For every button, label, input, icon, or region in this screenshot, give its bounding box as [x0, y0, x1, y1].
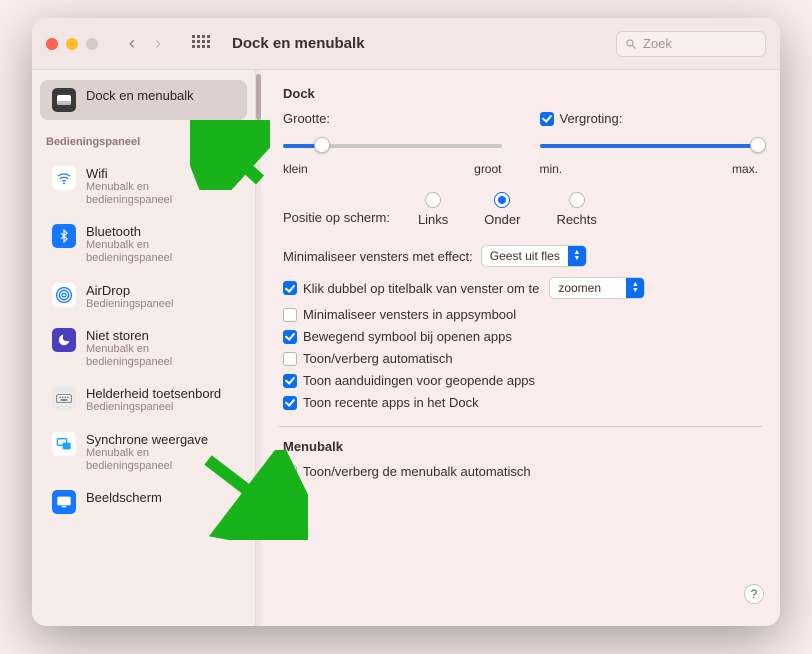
minimize-effect-label: Minimaliseer vensters met effect:: [283, 249, 473, 264]
minimize-window-button[interactable]: [66, 38, 78, 50]
zoom-window-button[interactable]: [86, 38, 98, 50]
dblclick-label: Klik dubbel op titelbalk van venster om …: [303, 281, 539, 296]
sidebar-item-sublabel: Menubalk en bedieningspaneel: [86, 239, 235, 264]
sidebar-item-airdrop[interactable]: AirDropBedieningspaneel: [40, 275, 247, 319]
sidebar-item-sublabel: Menubalk en bedieningspaneel: [86, 447, 235, 472]
nav-forward-button[interactable]: ›: [146, 32, 170, 56]
nav-back-button[interactable]: ‹: [120, 32, 144, 56]
mirror-icon: [52, 432, 76, 456]
sidebar-item-label: Dock en menubalk: [86, 88, 194, 103]
window-toolbar: ‹ › Dock en menubalk Zoek: [32, 18, 780, 70]
dock-icon: [52, 88, 76, 112]
kbd-icon: [52, 386, 76, 410]
wifi-icon: [52, 166, 76, 190]
dblclick-action-value: zoomen: [558, 281, 601, 295]
window-title: Dock en menubalk: [232, 35, 365, 52]
search-icon: [625, 38, 637, 50]
sidebar-item-label: Niet storen: [86, 328, 235, 343]
size-max-label: groot: [474, 162, 501, 176]
section-divider: [279, 426, 762, 427]
position-radio-rechts[interactable]: Rechts: [556, 192, 596, 227]
radio-dot: [494, 192, 510, 208]
sidebar-item-sublabel: Bedieningspaneel: [86, 298, 173, 311]
sidebar-item-label: Wifi: [86, 166, 235, 181]
sidebar: Dock en menubalk Bedieningspaneel WifiMe…: [32, 70, 256, 626]
dblclick-action-select[interactable]: zoomen ▲▼: [549, 277, 645, 299]
display-icon: [52, 490, 76, 514]
sidebar-item-helderheid-toetsenbord[interactable]: Helderheid toetsenbordBedieningspaneel: [40, 378, 247, 422]
minimize-effect-select[interactable]: Geest uit fles ▲▼: [481, 245, 587, 267]
dock-option-checkbox-4[interactable]: [283, 396, 297, 410]
sidebar-item-dock-menubar[interactable]: Dock en menubalk: [40, 80, 247, 120]
position-radio-links[interactable]: Links: [418, 192, 448, 227]
sidebar-item-sublabel: Bedieningspaneel: [86, 401, 221, 414]
position-radio-label: Rechts: [556, 212, 596, 227]
dock-option-label: Toon recente apps in het Dock: [303, 395, 479, 410]
size-min-label: klein: [283, 162, 308, 176]
sidebar-item-niet-storen[interactable]: Niet storenMenubalk en bedieningspaneel: [40, 320, 247, 376]
sidebar-item-label: Helderheid toetsenbord: [86, 386, 221, 401]
sidebar-item-wifi[interactable]: WifiMenubalk en bedieningspaneel: [40, 158, 247, 214]
bt-icon: [52, 224, 76, 248]
dock-option-checkbox-0[interactable]: [283, 308, 297, 322]
dblclick-checkbox[interactable]: [283, 281, 297, 295]
menubar-autohide-label: Toon/verberg de menubalk automatisch: [303, 464, 531, 479]
position-radio-onder[interactable]: Onder: [484, 192, 520, 227]
sidebar-item-label: Bluetooth: [86, 224, 235, 239]
sidebar-section-header: Bedieningspaneel: [32, 126, 255, 152]
sidebar-item-label: Synchrone weergave: [86, 432, 235, 447]
dock-option-label: Bewegend symbool bij openen apps: [303, 329, 512, 344]
main-pane: Dock Grootte: klein groot: [261, 70, 780, 626]
mag-max-label: max.: [732, 162, 758, 176]
sidebar-item-beeldscherm[interactable]: Beeldscherm: [40, 482, 247, 522]
radio-dot: [425, 192, 441, 208]
sidebar-item-bluetooth[interactable]: BluetoothMenubalk en bedieningspaneel: [40, 216, 247, 272]
sidebar-item-label: Beeldscherm: [86, 490, 162, 505]
search-placeholder: Zoek: [643, 36, 672, 51]
magnification-slider[interactable]: [540, 136, 759, 156]
sidebar-item-sublabel: Menubalk en bedieningspaneel: [86, 343, 235, 368]
minimize-effect-value: Geest uit fles: [490, 249, 560, 263]
sidebar-item-sublabel: Menubalk en bedieningspaneel: [86, 181, 235, 206]
dock-option-label: Toon/verberg automatisch: [303, 351, 453, 366]
close-window-button[interactable]: [46, 38, 58, 50]
select-stepper-icon: ▲▼: [626, 278, 644, 298]
magnification-checkbox[interactable]: [540, 112, 554, 126]
sidebar-item-synchrone-weergave[interactable]: Synchrone weergaveMenubalk en bedienings…: [40, 424, 247, 480]
magnification-label: Vergroting:: [560, 111, 623, 126]
dnd-icon: [52, 328, 76, 352]
radio-dot: [569, 192, 585, 208]
dock-option-checkbox-1[interactable]: [283, 330, 297, 344]
size-label: Grootte:: [283, 111, 502, 126]
position-radio-label: Onder: [484, 212, 520, 227]
size-slider[interactable]: [283, 136, 502, 156]
help-button[interactable]: ?: [744, 584, 764, 604]
dock-option-checkbox-2[interactable]: [283, 352, 297, 366]
show-all-prefs-button[interactable]: [192, 35, 210, 53]
sidebar-item-label: AirDrop: [86, 283, 173, 298]
menubar-autohide-checkbox[interactable]: [283, 465, 297, 479]
position-label: Positie op scherm:: [283, 192, 390, 225]
dock-option-label: Toon aanduidingen voor geopende apps: [303, 373, 535, 388]
select-stepper-icon: ▲▼: [568, 246, 586, 266]
position-radio-label: Links: [418, 212, 448, 227]
airdrop-icon: [52, 283, 76, 307]
menubar-section-title: Menubalk: [283, 439, 758, 454]
prefs-window: ‹ › Dock en menubalk Zoek: [32, 18, 780, 626]
mag-min-label: min.: [540, 162, 563, 176]
window-controls: [46, 38, 98, 50]
search-field[interactable]: Zoek: [616, 31, 766, 57]
dock-option-label: Minimaliseer vensters in appsymbool: [303, 307, 516, 322]
dock-section-title: Dock: [283, 86, 758, 101]
dock-option-checkbox-3[interactable]: [283, 374, 297, 388]
